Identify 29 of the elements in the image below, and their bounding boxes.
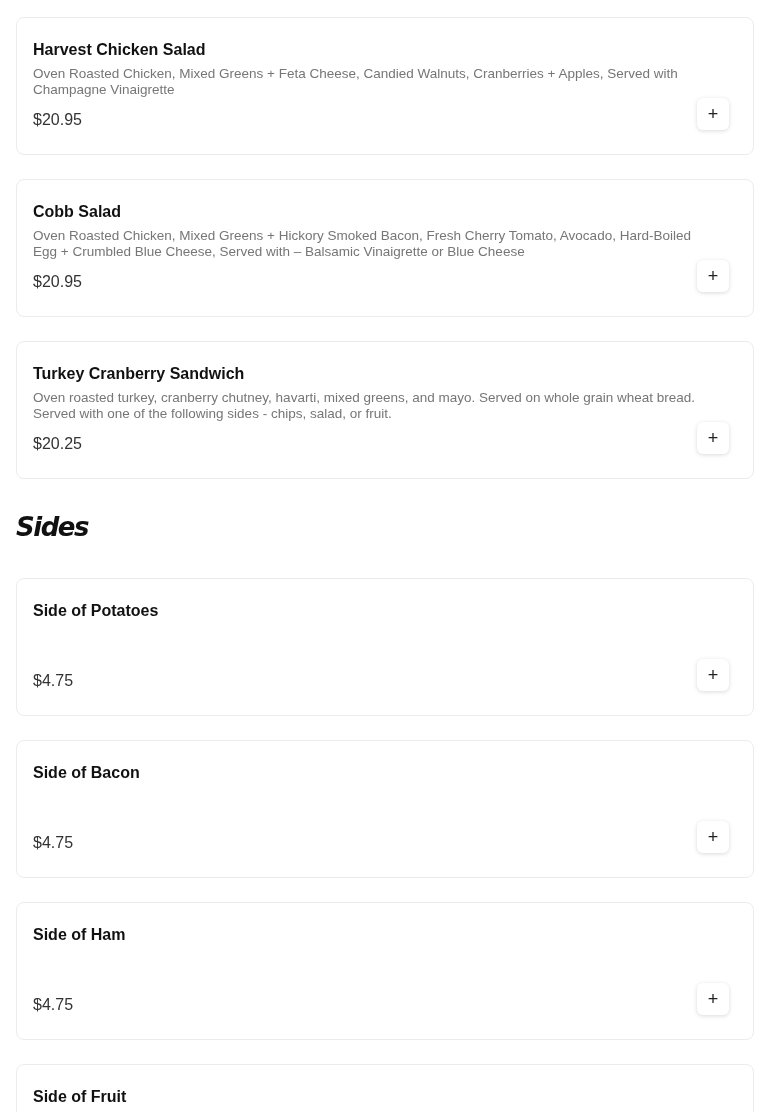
item-description: Oven Roasted Chicken, Mixed Greens + Hickory Smoked Bacon, Fresh Cherry Tomato, Avocado, Hard-Boiled Egg + Crumbled Blue Cheese, Served with – Balsamic Vinaigrette or Blue Cheese: [33, 228, 692, 260]
add-button[interactable]: +: [697, 659, 729, 691]
menu-item-card[interactable]: Side of Potatoes $4.75 +: [16, 578, 754, 716]
menu-item-card[interactable]: Side of Fruit: [16, 1064, 754, 1112]
add-button[interactable]: +: [697, 260, 729, 292]
item-name: Cobb Salad: [33, 202, 122, 222]
item-price: $20.25: [33, 434, 83, 454]
item-description: Oven Roasted Chicken, Mixed Greens + Feta Cheese, Candied Walnuts, Cranberries + Apples, Served with Champagne Vinaigrette: [33, 66, 679, 98]
add-button[interactable]: +: [697, 98, 729, 130]
item-price: $4.75: [33, 671, 75, 691]
add-button[interactable]: +: [697, 821, 729, 853]
item-price: $20.95: [33, 110, 83, 130]
menu-item-card[interactable]: Harvest Chicken Salad Oven Roasted Chicken, Mixed Greens + Feta Cheese, Candied Walnuts, Cranberries + Apples, Served with Champagne Vinaigrette $20.95 +: [16, 17, 754, 155]
item-price: $20.95: [33, 272, 83, 292]
item-name: Side of Fruit: [33, 1087, 128, 1107]
item-price: $4.75: [33, 833, 75, 853]
item-name: Turkey Cranberry Sandwich: [33, 364, 246, 384]
item-name: Side of Bacon: [33, 763, 141, 783]
item-name: Side of Potatoes: [33, 601, 160, 621]
menu-item-card[interactable]: Side of Ham $4.75 +: [16, 902, 754, 1040]
item-description: Oven roasted turkey, cranberry chutney, havarti, mixed greens, and mayo. Served on whole grain wheat bread. Served with one of the following sides - chips, salad, or fruit.: [33, 390, 697, 422]
menu-item-card[interactable]: Cobb Salad Oven Roasted Chicken, Mixed Greens + Hickory Smoked Bacon, Fresh Cherry Tomato, Avocado, Hard-Boiled Egg + Crumbled Blue Cheese, Served with – Balsamic Vinaigrette or Blue Cheese $20.95 +: [16, 179, 754, 317]
menu-item-card[interactable]: Side of Bacon $4.75 +: [16, 740, 754, 878]
item-name: Side of Ham: [33, 925, 127, 945]
add-button[interactable]: +: [697, 422, 729, 454]
item-name: Harvest Chicken Salad: [33, 40, 207, 60]
section-heading: Sides: [16, 511, 90, 544]
item-price: $4.75: [33, 995, 75, 1015]
add-button[interactable]: +: [697, 983, 729, 1015]
